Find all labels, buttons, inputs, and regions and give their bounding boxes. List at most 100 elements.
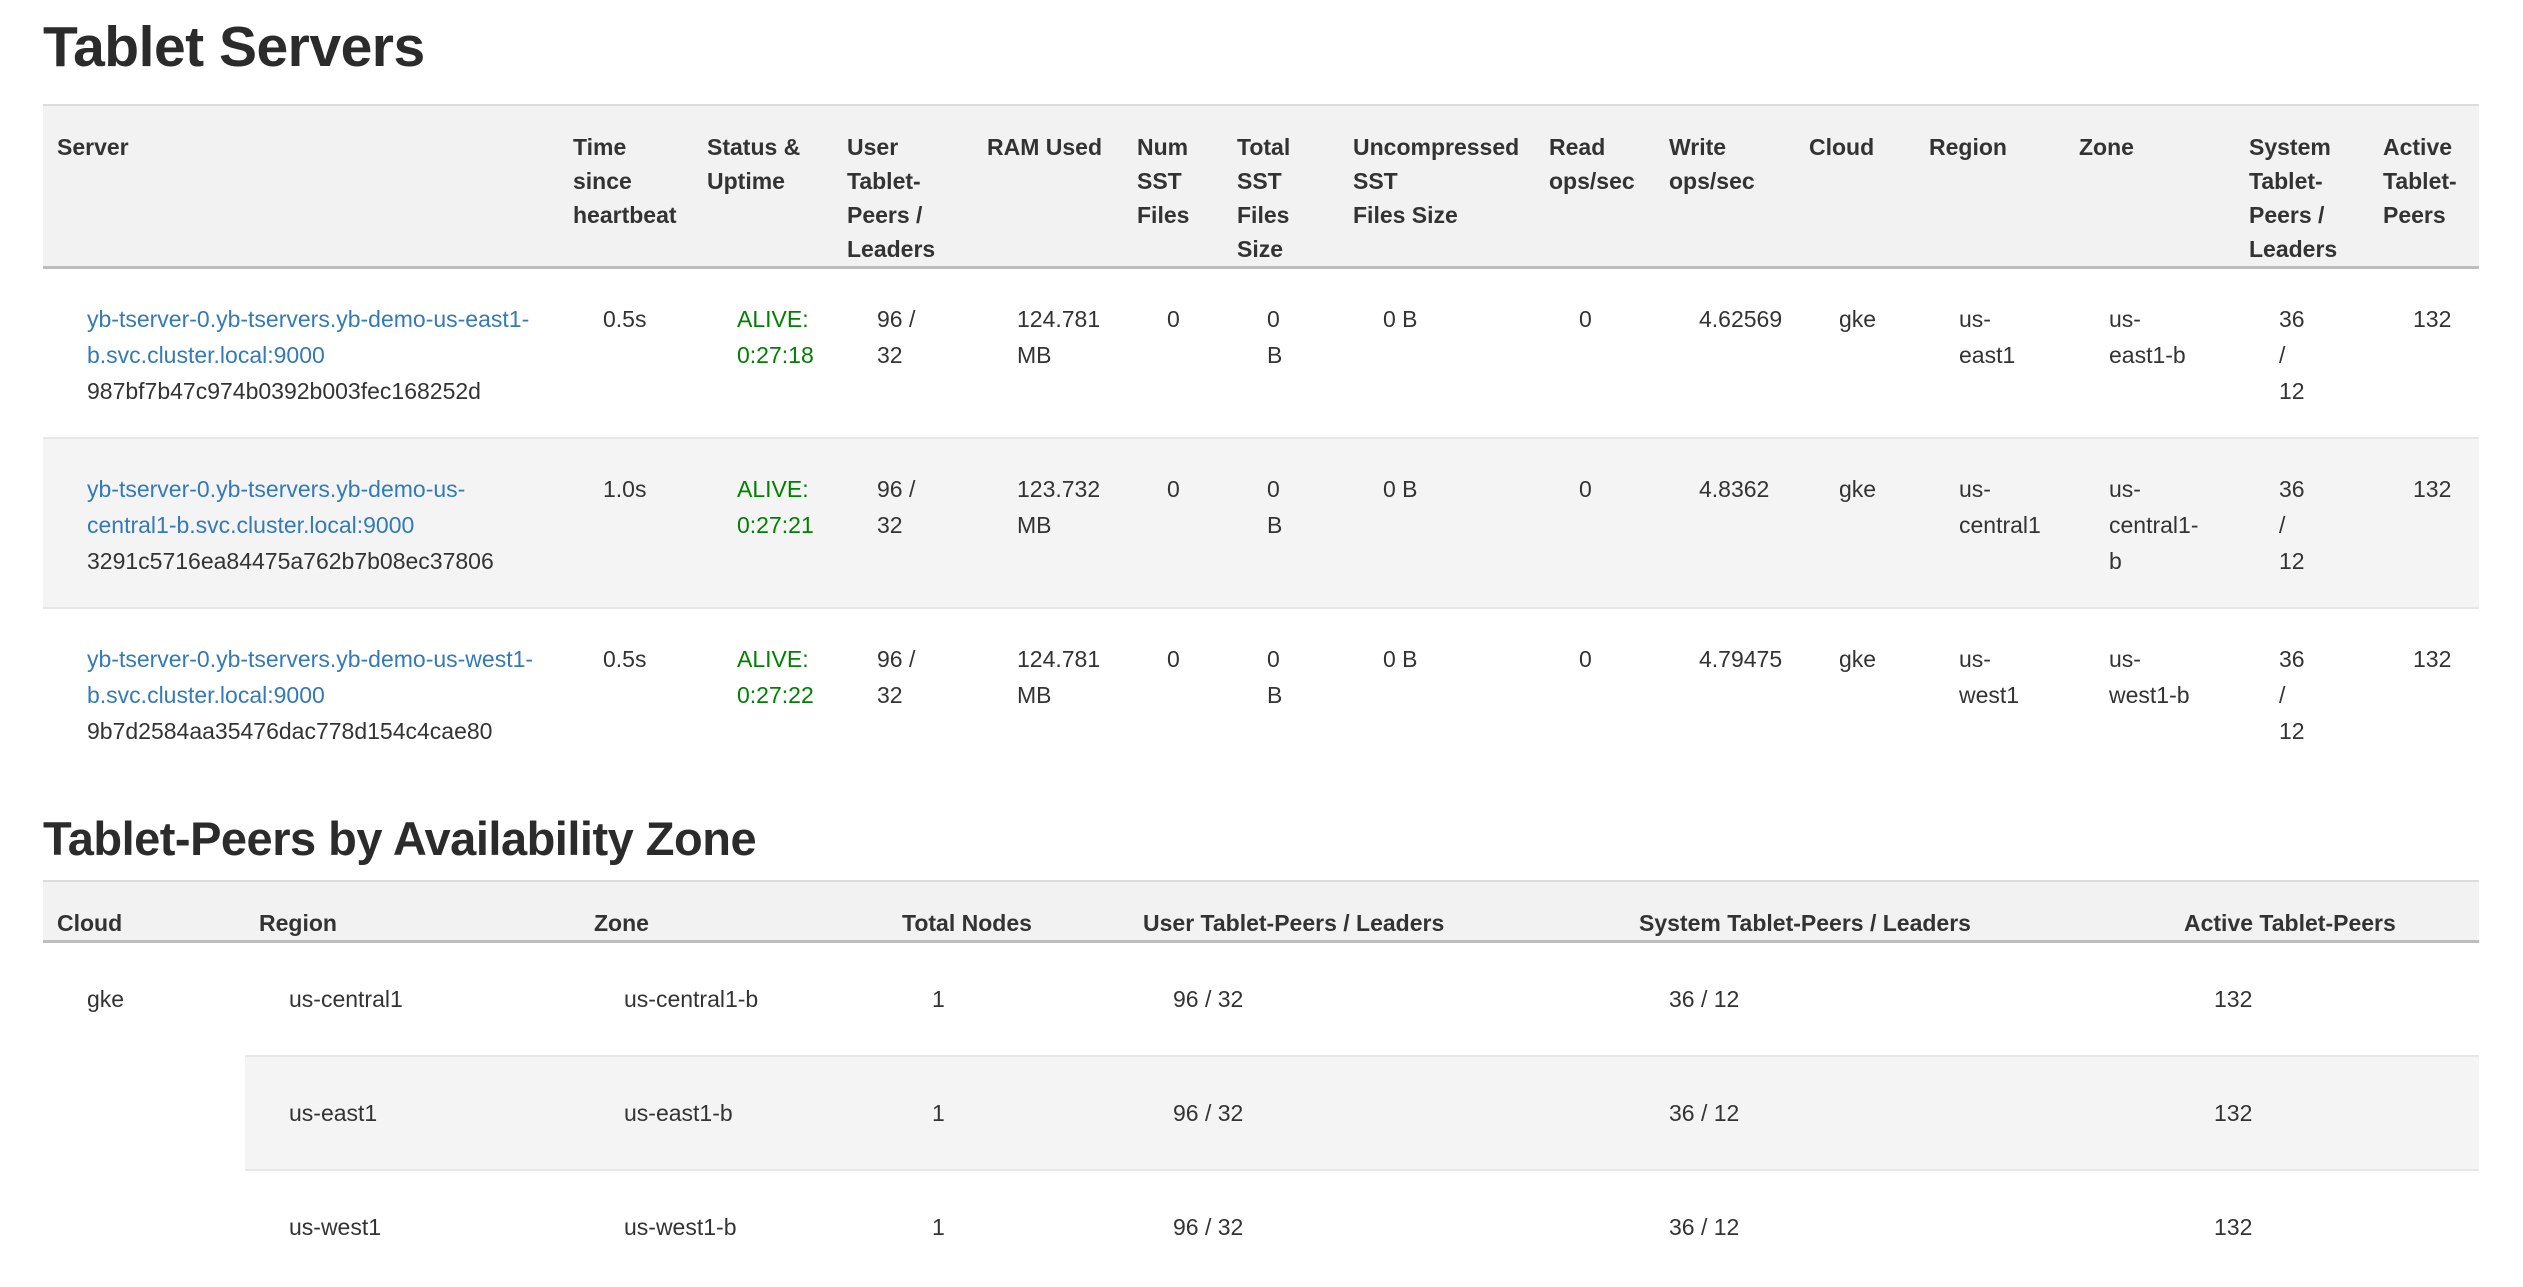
cell-active-tablet-peers: 132 xyxy=(2369,608,2479,777)
cell-system-tablet-peers: 36 / 12 xyxy=(1625,942,2170,1057)
cell-ram-used: 124.781 MB xyxy=(973,268,1123,439)
tserver-row-us-west1: yb-tserver-0.yb-tservers.yb-demo-us-west… xyxy=(43,608,2479,777)
col-header-region: Region xyxy=(1915,105,2065,268)
cell-read-ops: 0 xyxy=(1535,608,1655,777)
cell-region: us-west1 xyxy=(245,1170,580,1283)
col-header-status-uptime: Status & Uptime xyxy=(693,105,833,268)
tserver-uuid: 9b7d2584aa35476dac778d154c4cae80 xyxy=(87,713,547,749)
page: Tablet Servers Server Time since heartbe… xyxy=(0,14,2523,1283)
cell-cloud: gke xyxy=(1795,608,1915,777)
col-header-active-tablet-peers: Active Tablet-Peers xyxy=(2170,881,2479,942)
tserver-row-us-east1: yb-tserver-0.yb-tservers.yb-demo-us-east… xyxy=(43,268,2479,439)
cell-region: us-central1 xyxy=(245,942,580,1057)
cell-active-tablet-peers: 132 xyxy=(2170,942,2479,1057)
az-row-us-west1: us-west1 us-west1-b 1 96 / 32 36 / 12 13… xyxy=(43,1170,2479,1283)
col-header-write-ops: Write ops/sec xyxy=(1655,105,1795,268)
col-header-time-since-heartbeat: Time since heartbeat xyxy=(559,105,693,268)
col-header-server: Server xyxy=(43,105,559,268)
tserver-row-us-central1: yb-tserver-0.yb-tservers.yb-demo-us-cent… xyxy=(43,438,2479,608)
col-header-system-tablet-peers: System Tablet-Peers / Leaders xyxy=(2235,105,2369,268)
cell-write-ops: 4.79475 xyxy=(1655,608,1795,777)
col-header-read-ops: Read ops/sec xyxy=(1535,105,1655,268)
az-section-title: Tablet-Peers by Availability Zone xyxy=(43,811,2480,866)
cell-zone: us-east1-b xyxy=(580,1056,888,1170)
col-header-zone: Zone xyxy=(2065,105,2235,268)
cell-user-tablet-peers: 96 / 32 xyxy=(1129,942,1625,1057)
cell-active-tablet-peers: 132 xyxy=(2369,438,2479,608)
col-header-cloud: Cloud xyxy=(1795,105,1915,268)
col-header-system-tablet-peers: System Tablet-Peers / Leaders xyxy=(1625,881,2170,942)
cell-total-sst-files-size: 0 B xyxy=(1223,608,1339,777)
cell-num-sst-files: 0 xyxy=(1123,268,1223,439)
cell-ram-used: 123.732 MB xyxy=(973,438,1123,608)
cell-system-tablet-peers: 36 / 12 xyxy=(2235,438,2369,608)
az-table: Cloud Region Zone Total Nodes User Table… xyxy=(43,880,2479,1283)
cell-region: us-east1 xyxy=(245,1056,580,1170)
cell-read-ops: 0 xyxy=(1535,268,1655,439)
cell-zone: us-west1-b xyxy=(580,1170,888,1283)
tablet-servers-header-row: Server Time since heartbeat Status & Upt… xyxy=(43,105,2479,268)
cell-server: yb-tserver-0.yb-tservers.yb-demo-us-west… xyxy=(43,608,559,777)
cell-system-tablet-peers: 36 / 12 xyxy=(1625,1056,2170,1170)
col-header-total-sst-files-size: Total SST Files Size xyxy=(1223,105,1339,268)
az-row-us-east1: us-east1 us-east1-b 1 96 / 32 36 / 12 13… xyxy=(43,1056,2479,1170)
az-header-row: Cloud Region Zone Total Nodes User Table… xyxy=(43,881,2479,942)
cell-uncompressed-sst-files-size: 0 B xyxy=(1339,608,1535,777)
cell-zone: us-central1-b xyxy=(2065,438,2235,608)
col-header-zone: Zone xyxy=(580,881,888,942)
cell-num-sst-files: 0 xyxy=(1123,608,1223,777)
cell-total-nodes: 1 xyxy=(888,942,1129,1057)
cell-time-since-heartbeat: 0.5s xyxy=(559,608,693,777)
col-header-uncompressed-sst-files-size: Uncompressed SST Files Size xyxy=(1339,105,1535,268)
cell-zone: us-central1-b xyxy=(580,942,888,1057)
cell-system-tablet-peers: 36 / 12 xyxy=(2235,608,2369,777)
cell-active-tablet-peers: 132 xyxy=(2369,268,2479,439)
cell-uncompressed-sst-files-size: 0 B xyxy=(1339,268,1535,439)
tserver-link[interactable]: yb-tserver-0.yb-tservers.yb-demo-us-west… xyxy=(87,646,533,708)
cell-server: yb-tserver-0.yb-tservers.yb-demo-us-east… xyxy=(43,268,559,439)
col-header-num-sst-files: Num SST Files xyxy=(1123,105,1223,268)
az-row-us-central1: gke us-central1 us-central1-b 1 96 / 32 … xyxy=(43,942,2479,1057)
col-header-user-tablet-peers: User Tablet-Peers / Leaders xyxy=(1129,881,1625,942)
page-title: Tablet Servers xyxy=(43,14,2480,80)
col-header-user-tablet-peers: User Tablet-Peers / Leaders xyxy=(833,105,973,268)
cell-active-tablet-peers: 132 xyxy=(2170,1170,2479,1283)
cell-region: us-west1 xyxy=(1915,608,2065,777)
tserver-uuid: 987bf7b47c974b0392b003fec168252d xyxy=(87,373,547,409)
cell-write-ops: 4.8362 xyxy=(1655,438,1795,608)
cell-time-since-heartbeat: 1.0s xyxy=(559,438,693,608)
col-header-active-tablet-peers: Active Tablet-Peers xyxy=(2369,105,2479,268)
cell-server: yb-tserver-0.yb-tservers.yb-demo-us-cent… xyxy=(43,438,559,608)
cell-time-since-heartbeat: 0.5s xyxy=(559,268,693,439)
tserver-link[interactable]: yb-tserver-0.yb-tservers.yb-demo-us-cent… xyxy=(87,476,465,538)
cell-cloud: gke xyxy=(1795,268,1915,439)
cell-system-tablet-peers: 36 / 12 xyxy=(2235,268,2369,439)
cell-active-tablet-peers: 132 xyxy=(2170,1056,2479,1170)
tserver-uuid: 3291c5716ea84475a762b7b08ec37806 xyxy=(87,543,547,579)
status-badge: ALIVE: 0:27:22 xyxy=(737,641,857,713)
cell-read-ops: 0 xyxy=(1535,438,1655,608)
col-header-region: Region xyxy=(245,881,580,942)
cell-total-sst-files-size: 0 B xyxy=(1223,438,1339,608)
cell-ram-used: 124.781 MB xyxy=(973,608,1123,777)
tablet-servers-table: Server Time since heartbeat Status & Upt… xyxy=(43,104,2479,777)
cell-system-tablet-peers: 36 / 12 xyxy=(1625,1170,2170,1283)
cell-total-nodes: 1 xyxy=(888,1170,1129,1283)
col-header-cloud: Cloud xyxy=(43,881,245,942)
cell-status-uptime: ALIVE: 0:27:21 xyxy=(693,438,833,608)
cell-status-uptime: ALIVE: 0:27:18 xyxy=(693,268,833,439)
cell-region: us-east1 xyxy=(1915,268,2065,439)
cell-total-nodes: 1 xyxy=(888,1056,1129,1170)
cell-user-tablet-peers: 96 / 32 xyxy=(1129,1170,1625,1283)
cell-region: us-central1 xyxy=(1915,438,2065,608)
status-badge: ALIVE: 0:27:18 xyxy=(737,301,857,373)
cell-status-uptime: ALIVE: 0:27:22 xyxy=(693,608,833,777)
cell-cloud: gke xyxy=(43,942,245,1284)
cell-total-sst-files-size: 0 B xyxy=(1223,268,1339,439)
col-header-total-nodes: Total Nodes xyxy=(888,881,1129,942)
cell-zone: us-east1-b xyxy=(2065,268,2235,439)
tserver-link[interactable]: yb-tserver-0.yb-tservers.yb-demo-us-east… xyxy=(87,306,529,368)
cell-write-ops: 4.62569 xyxy=(1655,268,1795,439)
col-header-ram-used: RAM Used xyxy=(973,105,1123,268)
cell-zone: us-west1-b xyxy=(2065,608,2235,777)
